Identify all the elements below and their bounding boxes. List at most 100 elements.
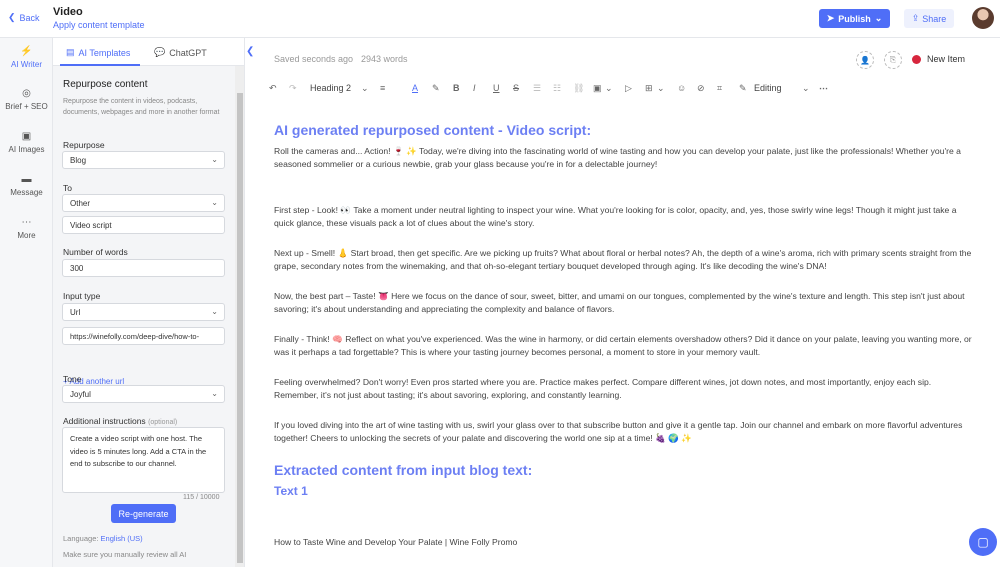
rail-item-message[interactable]: ▬ Message — [0, 174, 53, 197]
italic-icon[interactable]: I — [473, 83, 476, 93]
rail-item-more[interactable]: ⋯ More — [0, 217, 53, 240]
play-icon[interactable]: ▷ — [625, 83, 632, 94]
repurpose-select[interactable]: Blog ⌄ — [62, 151, 225, 169]
words-value: 300 — [70, 264, 84, 273]
more-options-icon[interactable]: ⋯ — [819, 83, 828, 94]
link-icon[interactable]: ⛓ — [573, 83, 584, 94]
more-icon: ⋯ — [21, 217, 32, 228]
clear-format-icon[interactable]: ⊘ — [697, 83, 705, 94]
regenerate-button[interactable]: Re-generate — [111, 504, 176, 523]
repurpose-label: Repurpose — [63, 140, 105, 150]
rail-label: More — [17, 231, 36, 240]
emoji-icon[interactable]: ☺ — [677, 83, 686, 93]
paragraph: Feeling overwhelmed? Don't worry! Even p… — [274, 377, 932, 400]
section-title: Repurpose content — [63, 79, 148, 90]
chevron-down-icon[interactable]: ⌄ — [657, 83, 665, 94]
to-other-value: Video script — [70, 221, 112, 230]
format-toolbar: ↶ ↷ Heading 2 ⌄ ≡ A ✎ B I U S ☰ ☷ ⛓ ▣ ⌄ … — [267, 82, 987, 98]
source-title: How to Taste Wine and Develop Your Palat… — [274, 537, 518, 547]
panel-form: Repurpose content Repurpose the content … — [53, 66, 235, 567]
assign-user-icon[interactable]: 👤 — [856, 51, 874, 69]
rail-item-ai-images[interactable]: ▣ AI Images — [0, 131, 53, 154]
panel-tabs: ▤ AI Templates 💬 ChatGPT — [53, 38, 244, 66]
chevron-down-icon[interactable]: ⌄ — [361, 83, 369, 94]
chevron-down-icon: ⌄ — [211, 198, 218, 207]
redo-icon[interactable]: ↷ — [289, 83, 297, 94]
ai-templates-panel: ▤ AI Templates 💬 ChatGPT Repurpose conte… — [53, 38, 245, 567]
tab-chatgpt[interactable]: 💬 ChatGPT — [154, 47, 207, 58]
tab-ai-templates[interactable]: ▤ AI Templates — [66, 47, 130, 58]
pencil-icon[interactable]: ✎ — [739, 83, 747, 94]
underline-icon[interactable]: U — [493, 83, 500, 93]
schedule-icon[interactable]: ⎘ — [884, 51, 902, 69]
save-status: Saved seconds ago — [274, 54, 354, 64]
align-icon[interactable]: ≡ — [380, 83, 385, 93]
repurpose-value: Blog — [70, 156, 87, 165]
collapse-panel-icon[interactable]: ❮ — [246, 46, 254, 57]
send-icon: ➤ — [826, 13, 835, 23]
rail-item-ai-writer[interactable]: ⚡ AI Writer — [0, 46, 53, 69]
heading-extracted: Extracted content from input blog text: — [274, 462, 533, 478]
rail-label: Brief + SEO — [5, 102, 48, 111]
editing-mode-select[interactable]: Editing — [754, 83, 782, 93]
heading-video-script: AI generated repurposed content - Video … — [274, 122, 592, 138]
back-button[interactable]: ❮ Back — [8, 12, 40, 23]
language-prefix: Language: — [63, 534, 99, 543]
panel-scroll-thumb[interactable] — [237, 93, 243, 563]
instructions-textarea[interactable]: Create a video script with one host. The… — [62, 427, 225, 493]
to-select[interactable]: Other ⌄ — [62, 194, 225, 212]
tool-rail: ⚡ AI Writer ◎ Brief + SEO ▣ AI Images ▬ … — [0, 38, 53, 567]
tab-label: ChatGPT — [169, 47, 207, 58]
bold-icon[interactable]: B — [453, 83, 460, 93]
avatar[interactable] — [972, 7, 994, 29]
words-label: Number of words — [63, 247, 128, 257]
words-input[interactable]: 300 — [62, 259, 225, 277]
chevron-down-icon[interactable]: ⌄ — [605, 83, 613, 94]
to-label: To — [63, 183, 72, 193]
apply-template-link[interactable]: Apply content template — [53, 20, 145, 30]
status-label: New Item — [927, 54, 966, 64]
chat-support-button[interactable]: ▢ — [969, 528, 997, 556]
table-icon[interactable]: ⊞ — [645, 83, 653, 94]
rail-label: AI Images — [8, 145, 45, 154]
publish-button[interactable]: ➤ Publish ⌄ — [819, 9, 890, 28]
text-color-icon[interactable]: A — [412, 83, 418, 93]
input-type-select[interactable]: Url ⌄ — [62, 303, 225, 321]
to-other-input[interactable]: Video script — [62, 216, 225, 234]
section-help: Repurpose the content in videos, podcast… — [63, 98, 220, 116]
numbered-list-icon[interactable]: ☷ — [553, 83, 561, 94]
input-type-value: Url — [70, 308, 81, 317]
template-icon: ▤ — [66, 47, 75, 57]
paragraph: First step - Look! 👀 Take a moment under… — [274, 205, 957, 228]
document-title: Video — [53, 6, 83, 18]
image-icon: ▣ — [21, 131, 32, 142]
rail-label: AI Writer — [11, 60, 42, 69]
instructions-label-text: Additional instructions — [63, 416, 146, 426]
strikethrough-icon[interactable]: S — [513, 83, 519, 93]
code-icon[interactable]: ⌗ — [717, 83, 722, 94]
word-count: 2943 words — [361, 54, 408, 64]
language-link[interactable]: English (US) — [101, 534, 143, 543]
paragraph: Next up - Smell! 👃 Start broad, then get… — [274, 248, 972, 271]
rail-item-brief-seo[interactable]: ◎ Brief + SEO — [0, 88, 53, 111]
tab-label: AI Templates — [78, 47, 131, 58]
heading-select[interactable]: Heading 2 — [310, 83, 351, 93]
share-label: Share — [922, 13, 947, 24]
image-insert-icon[interactable]: ▣ — [593, 83, 602, 94]
undo-icon[interactable]: ↶ — [269, 83, 277, 94]
top-bar: ❮ Back Video Apply content template ➤ Pu… — [0, 0, 1000, 38]
char-counter: 115 / 10000 — [183, 494, 220, 501]
chevron-down-icon[interactable]: ⌄ — [802, 83, 810, 94]
highlight-icon[interactable]: ✎ — [432, 83, 440, 94]
paragraph: Finally - Think! 🧠 Reflect on what you'v… — [274, 334, 972, 357]
url-input[interactable]: https://winefolly.com/deep-dive/how-to- — [62, 327, 225, 345]
target-icon: ◎ — [22, 88, 31, 99]
share-button[interactable]: ⇪ Share — [904, 9, 954, 28]
message-icon: ▬ — [21, 174, 32, 185]
input-type-label: Input type — [63, 291, 101, 301]
tone-select[interactable]: Joyful ⌄ — [62, 385, 225, 403]
chevron-down-icon: ⌄ — [211, 389, 218, 398]
status-new-item[interactable]: New Item — [912, 54, 965, 64]
bullet-list-icon[interactable]: ☰ — [533, 83, 541, 94]
chevron-down-icon: ⌄ — [874, 13, 883, 23]
